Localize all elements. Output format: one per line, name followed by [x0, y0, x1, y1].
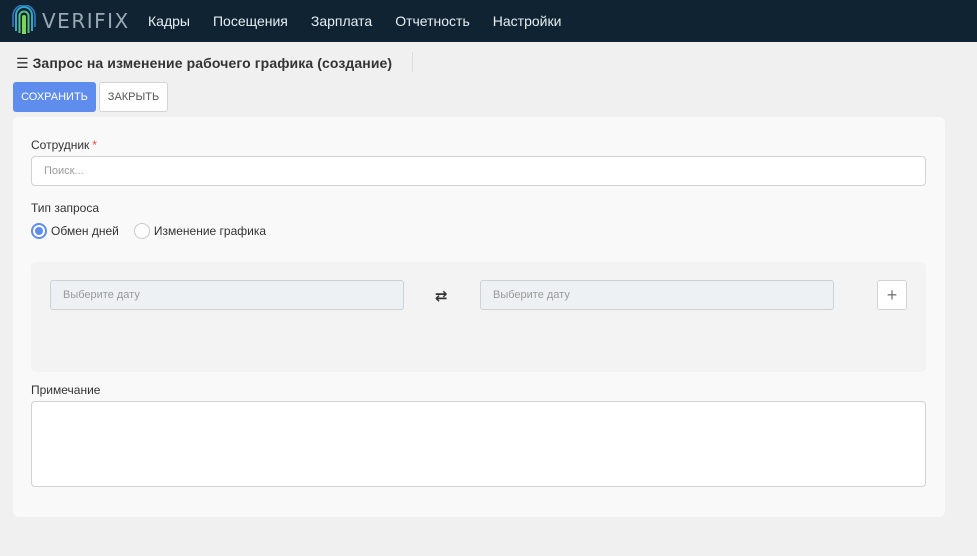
request-type-label: Тип запроса [31, 201, 100, 215]
page-title: Запрос на изменение рабочего графика (со… [32, 55, 393, 71]
radio-change-schedule-label[interactable]: Изменение графика [154, 224, 266, 238]
radio-change-schedule[interactable] [133, 223, 150, 239]
logo-text: VERIFIX [42, 9, 130, 33]
required-mark: * [92, 138, 97, 152]
from-date-input[interactable]: Выберите дату [50, 280, 404, 310]
nav-item-staff[interactable]: Кадры [148, 13, 190, 29]
nav-item-reports[interactable]: Отчетность [395, 13, 470, 29]
note-label: Примечание [31, 383, 101, 397]
employee-search-input[interactable]: Поиск... [31, 156, 926, 186]
add-swap-button[interactable]: + [877, 280, 907, 310]
fingerprint-logo-icon [12, 5, 36, 34]
radio-swap-days[interactable] [31, 223, 47, 239]
swap-arrows-icon: ⇄ [435, 288, 448, 305]
employee-label: Сотрудник * [31, 138, 97, 152]
top-navbar: VERIFIX Кадры Посещения Зарплата Отчетно… [0, 0, 977, 42]
employee-label-text: Сотрудник [31, 138, 90, 152]
form-card: Сотрудник * Поиск... Тип запроса Обмен дн… [13, 117, 945, 517]
nav-item-settings[interactable]: Настройки [493, 13, 562, 29]
logo[interactable]: VERIFIX [12, 5, 130, 37]
main-nav: Кадры Посещения Зарплата Отчетность Наст… [148, 13, 584, 29]
title-divider [412, 52, 413, 72]
nav-item-salary[interactable]: Зарплата [311, 13, 372, 29]
to-date-input[interactable]: Выберите дату [480, 280, 834, 310]
day-swap-panel: Выберите дату ⇄ Выберите дату + [31, 262, 926, 372]
plus-icon: + [886, 284, 898, 305]
note-textarea[interactable] [31, 401, 926, 487]
menu-icon[interactable]: ☰ [16, 56, 29, 70]
radio-swap-days-label[interactable]: Обмен дней [51, 224, 119, 238]
nav-item-attendance[interactable]: Посещения [213, 13, 288, 29]
save-button[interactable]: Сохранить [13, 82, 96, 112]
page-header: ☰ Запрос на изменение рабочего графика (… [16, 54, 392, 72]
request-type-radio-group: Обмен дней Изменение графика [31, 223, 281, 239]
close-button[interactable]: Закрыть [99, 82, 168, 112]
